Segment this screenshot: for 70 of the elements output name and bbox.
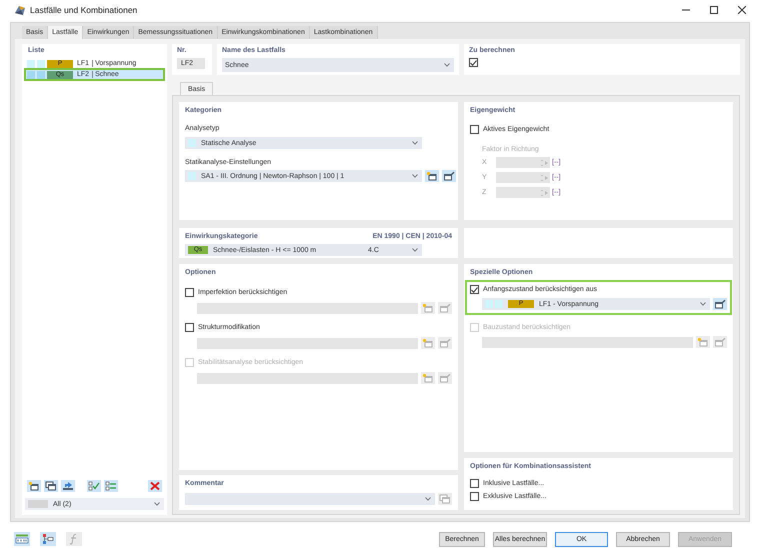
new-window-icon <box>422 373 434 383</box>
maximize-icon[interactable] <box>710 6 718 14</box>
check-list-icon <box>105 481 117 491</box>
chevron-icon <box>700 302 706 306</box>
check-list-button[interactable] <box>104 480 118 492</box>
new-window-icon <box>426 171 438 181</box>
checkbox[interactable] <box>470 492 479 501</box>
delete-icon <box>149 481 161 491</box>
check-list-icon <box>88 481 100 491</box>
checkbox[interactable] <box>470 479 479 488</box>
color-swatch <box>27 70 35 78</box>
edit-window-icon <box>439 303 451 313</box>
check-list-button[interactable] <box>87 480 101 492</box>
new-window-button[interactable] <box>27 480 41 492</box>
chevron-icon <box>425 497 431 501</box>
chevron-icon <box>412 141 418 145</box>
new-window-icon <box>28 481 40 491</box>
edit-window-icon <box>714 337 726 347</box>
structure-button[interactable] <box>40 532 56 546</box>
color-swatch <box>27 60 35 68</box>
edit-window-button[interactable] <box>442 170 456 182</box>
color-swatch <box>188 139 196 147</box>
edit-window-icon <box>443 171 455 181</box>
color-swatch <box>188 172 196 180</box>
new-window-button[interactable] <box>425 170 439 182</box>
color-swatch <box>28 500 48 508</box>
input-field[interactable] <box>496 157 550 168</box>
check-icon <box>470 60 477 66</box>
new-window-icon <box>697 337 709 347</box>
chevron-icon <box>444 63 450 67</box>
edit-window-icon <box>439 338 451 348</box>
input-field[interactable] <box>197 372 418 384</box>
checkbox[interactable] <box>185 288 194 297</box>
chevron-icon <box>412 248 418 252</box>
checkbox[interactable] <box>469 58 478 67</box>
edit-window-button[interactable] <box>713 298 727 310</box>
color-swatch <box>37 60 45 68</box>
close-icon[interactable] <box>738 6 746 14</box>
number-display-icon <box>15 534 29 544</box>
input-field[interactable] <box>197 302 418 314</box>
copy-window-button[interactable] <box>44 480 58 492</box>
spinner-icon <box>540 190 548 196</box>
hierarchy-icon <box>42 533 54 545</box>
checkbox[interactable] <box>470 125 479 134</box>
chevron-icon <box>154 502 160 506</box>
spinner-icon <box>540 174 548 180</box>
formula-button[interactable] <box>66 532 82 546</box>
import-arrow-icon <box>62 481 74 491</box>
checkbox[interactable] <box>185 323 194 332</box>
checkbox[interactable] <box>470 285 479 294</box>
edit-window-icon <box>714 299 726 309</box>
color-swatch <box>485 300 493 308</box>
copy-window-icon <box>439 494 451 504</box>
color-swatch <box>495 300 503 308</box>
check-icon <box>471 286 478 292</box>
input-field[interactable] <box>496 172 550 183</box>
input-field[interactable] <box>197 338 418 348</box>
window-title: Lastfälle und Kombinationen <box>30 5 138 15</box>
app-icon <box>14 4 26 16</box>
chevron-icon <box>412 174 418 178</box>
delete-button[interactable] <box>148 480 162 492</box>
values-button[interactable] <box>14 532 30 546</box>
new-window-icon <box>422 303 434 313</box>
copy-window-icon <box>45 481 57 491</box>
input-field[interactable] <box>496 187 550 198</box>
spinner-icon <box>540 160 548 166</box>
color-swatch <box>37 70 45 78</box>
edit-window-icon <box>439 373 451 383</box>
new-window-icon <box>422 338 434 348</box>
import-arrow-button[interactable] <box>61 480 75 492</box>
